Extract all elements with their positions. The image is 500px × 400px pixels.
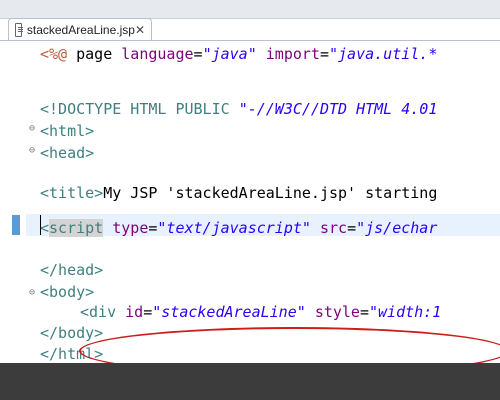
code-line[interactable]: </body> (40, 322, 103, 344)
code-token: </head> (40, 261, 104, 279)
window-top-frame (0, 0, 500, 19)
fold-toggle-head[interactable]: ⊖ (29, 140, 35, 162)
code-token: style (314, 303, 360, 321)
code-token: "-//W3C//DTD HTML 4.01 (238, 100, 438, 118)
close-icon[interactable]: ✕ (135, 23, 145, 37)
code-token: import (265, 45, 320, 63)
code-line[interactable]: <body> (40, 281, 94, 303)
code-line[interactable]: <html> (40, 120, 94, 142)
current-line-marker (12, 215, 20, 235)
code-token: <%@ (40, 45, 77, 63)
fold-toggle-body[interactable]: ⊖ (29, 282, 35, 304)
code-token: = (359, 303, 369, 321)
code-token: <script (40, 219, 104, 237)
gutter (0, 41, 26, 363)
bottom-status-bar (0, 363, 500, 400)
code-token: language (121, 45, 194, 63)
code-line[interactable]: <%@ page language="java" import="java.ut… (40, 43, 437, 65)
code-token: src (319, 219, 348, 237)
code-token: "js/echar (356, 219, 438, 237)
code-token: <body> (40, 283, 95, 301)
code-token: <div (80, 303, 117, 321)
editor-tab[interactable]: stackedAreaLine.jsp ✕ (8, 18, 152, 40)
code-token: = (319, 45, 329, 63)
editor-tab-label: stackedAreaLine.jsp (26, 22, 135, 37)
code-line[interactable]: <head> (40, 142, 94, 164)
code-editor[interactable]: ⊖ ⊖ ⊖ <%@ page language="java" import="j… (0, 41, 500, 375)
code-token: </body> (40, 324, 104, 342)
code-token: <html> (40, 122, 95, 140)
jsp-file-icon (15, 22, 23, 37)
code-token: = (143, 303, 153, 321)
code-line[interactable]: <!DOCTYPE HTML PUBLIC "-//W3C//DTD HTML … (40, 98, 437, 120)
text-cursor (40, 215, 41, 235)
code-line[interactable]: <div id="stackedAreaLine" style="width:1 (80, 301, 441, 323)
code-token: "width:1 (369, 303, 442, 321)
code-token: "stackedAreaLine" (152, 303, 306, 321)
code-token: "text/javascript" (157, 219, 311, 237)
code-line[interactable]: <title>My JSP 'stackedAreaLine.jsp' star… (40, 182, 437, 204)
code-token: type (112, 219, 149, 237)
code-line[interactable]: <script type="text/javascript" src="js/e… (40, 217, 437, 239)
code-line[interactable]: </head> (40, 259, 103, 281)
code-token: id (125, 303, 144, 321)
code-token: page (76, 45, 122, 63)
code-token: "java" (202, 45, 257, 63)
code-token: = (347, 219, 357, 237)
code-token: <!DOCTYPE HTML PUBLIC (40, 100, 239, 118)
code-token: = (193, 45, 203, 63)
code-token: My JSP 'stackedAreaLine.jsp' starting (103, 184, 438, 202)
fold-toggle-html[interactable]: ⊖ (29, 118, 35, 140)
code-token: <head> (40, 144, 95, 162)
code-token: "java.util.* (329, 45, 438, 63)
code-token: <title> (40, 184, 104, 202)
